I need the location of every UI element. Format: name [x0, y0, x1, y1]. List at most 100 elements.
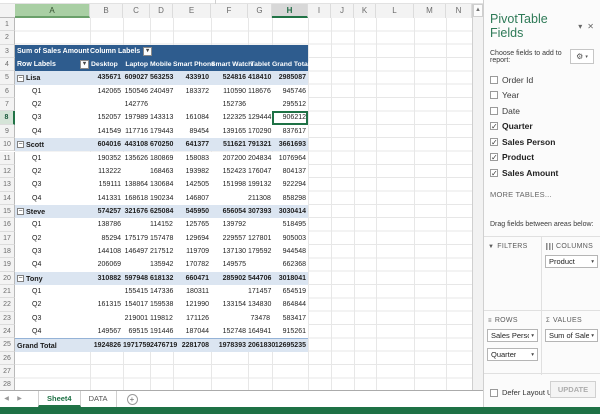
pivot-value-cell[interactable]: 143313: [150, 111, 173, 124]
field-checkbox[interactable]: [490, 107, 498, 115]
pivot-value-cell[interactable]: 152423: [211, 165, 248, 178]
pivot-value-cell[interactable]: 119709: [173, 245, 211, 258]
row-header-15[interactable]: 15: [0, 205, 15, 218]
pivot-value-cell[interactable]: 171126: [173, 312, 211, 325]
column-header-C[interactable]: C: [123, 4, 150, 18]
pivot-value-cell[interactable]: [90, 98, 123, 111]
pivot-value-cell[interactable]: 179592: [248, 245, 272, 258]
pivot-row-label[interactable]: −Scott: [15, 138, 90, 151]
pivot-value-cell[interactable]: 117716: [123, 125, 150, 138]
pivot-value-cell[interactable]: 130684: [150, 178, 173, 191]
row-header-16[interactable]: 16: [0, 218, 15, 231]
column-header-E[interactable]: E: [173, 4, 211, 18]
field-item-sales-person[interactable]: ✓Sales Person: [490, 134, 594, 150]
pivot-value-cell[interactable]: 122325: [211, 111, 248, 124]
pivot-value-cell[interactable]: 159538: [150, 298, 173, 311]
pivot-value-cell[interactable]: 518495: [272, 218, 308, 231]
pivot-value-cell[interactable]: 187044: [173, 325, 211, 338]
pivot-value-cell[interactable]: 656054: [211, 205, 248, 218]
values-area[interactable]: Σ VALUES Sum of Sales ...▾: [541, 310, 600, 375]
pivot-value-cell[interactable]: [211, 192, 248, 205]
pivot-value-cell[interactable]: 139165: [211, 125, 248, 138]
pivot-value-cell[interactable]: 944548: [272, 245, 308, 258]
pivot-value-cell[interactable]: 945746: [272, 85, 308, 98]
pivot-value-cell[interactable]: 511621: [211, 138, 248, 151]
pivot-value-cell[interactable]: 133154: [211, 298, 248, 311]
pivot-value-cell[interactable]: [123, 218, 150, 231]
pivot-value-cell[interactable]: 618132: [150, 272, 173, 285]
row-header-13[interactable]: 13: [0, 178, 15, 191]
pivot-value-cell[interactable]: 144108: [90, 245, 123, 258]
pivot-value-cell[interactable]: 443108: [123, 138, 150, 151]
pivot-value-cell[interactable]: 135942: [150, 258, 173, 271]
field-item-product[interactable]: ✓Product: [490, 150, 594, 166]
pivot-value-cell[interactable]: 159111: [90, 178, 123, 191]
pivot-value-cell[interactable]: 191446: [150, 325, 173, 338]
pivot-value-cell[interactable]: 85294: [90, 232, 123, 245]
column-header-F[interactable]: F: [211, 4, 248, 18]
pivot-value-cell[interactable]: 170782: [173, 258, 211, 271]
row-header-3[interactable]: 3: [0, 45, 15, 58]
pivot-value-cell[interactable]: 150546: [123, 85, 150, 98]
pivot-value-cell[interactable]: 135626: [123, 152, 150, 165]
pivot-value-cell[interactable]: 170290: [248, 125, 272, 138]
pivot-value-cell[interactable]: 905003: [272, 232, 308, 245]
pivot-value-cell[interactable]: 670250: [150, 138, 173, 151]
pivot-value-cell[interactable]: 204834: [248, 152, 272, 165]
field-item-sales-amount[interactable]: ✓Sales Amount: [490, 165, 594, 181]
rows-field-chip[interactable]: Quarter▾: [487, 348, 538, 361]
column-header-K[interactable]: K: [354, 4, 376, 18]
next-sheet-icon[interactable]: ▶: [13, 391, 26, 407]
pivot-value-cell[interactable]: 129694: [173, 232, 211, 245]
column-header-H[interactable]: H: [272, 4, 308, 18]
pivot-value-cell[interactable]: 155415: [123, 285, 150, 298]
pivot-row-label[interactable]: Q4: [15, 325, 90, 338]
pivot-value-cell[interactable]: [90, 312, 123, 325]
field-item-quarter[interactable]: ✓Quarter: [490, 119, 594, 135]
pivot-value-cell[interactable]: 180311: [173, 285, 211, 298]
collapse-minus-icon[interactable]: −: [17, 141, 24, 148]
row-header-8[interactable]: 8: [0, 111, 15, 124]
pivot-value-cell[interactable]: 3030414: [272, 205, 308, 218]
pivot-value-cell[interactable]: 12695235: [272, 339, 308, 351]
pivot-value-cell[interactable]: [248, 258, 272, 271]
pivot-value-cell[interactable]: [123, 258, 150, 271]
row-header-21[interactable]: 21: [0, 285, 15, 298]
pivot-row-label[interactable]: Q2: [15, 232, 90, 245]
pivot-value-cell[interactable]: 161084: [173, 111, 211, 124]
row-header-19[interactable]: 19: [0, 258, 15, 271]
pivot-value-cell[interactable]: 435671: [90, 71, 123, 84]
pivot-value-cell[interactable]: 141549: [90, 125, 123, 138]
pivot-value-cell[interactable]: 240497: [150, 85, 173, 98]
field-checkbox[interactable]: ✓: [490, 169, 498, 177]
prev-sheet-icon[interactable]: ◀: [0, 391, 13, 407]
row-header-11[interactable]: 11: [0, 152, 15, 165]
pivot-value-cell[interactable]: 295512: [272, 98, 308, 111]
pivot-value-cell[interactable]: 157478: [150, 232, 173, 245]
row-header-20[interactable]: 20: [0, 272, 15, 285]
pivot-value-cell[interactable]: 207200: [211, 152, 248, 165]
pivot-value-cell[interactable]: 206069: [90, 258, 123, 271]
pivot-value-cell[interactable]: 146807: [173, 192, 211, 205]
pivot-value-cell[interactable]: 69515: [123, 325, 150, 338]
column-header-B[interactable]: B: [90, 4, 123, 18]
pivot-value-cell[interactable]: 864844: [272, 298, 308, 311]
column-header-L[interactable]: L: [376, 4, 414, 18]
row-header-25[interactable]: 25: [0, 338, 15, 351]
pivot-row-label[interactable]: Q4: [15, 125, 90, 138]
pivot-value-cell[interactable]: 285902: [211, 272, 248, 285]
pivot-value-cell[interactable]: 229557: [211, 232, 248, 245]
pivot-value-cell[interactable]: 609027: [123, 71, 150, 84]
column-header-J[interactable]: J: [331, 4, 354, 18]
column-header-N[interactable]: N: [446, 4, 472, 18]
row-header-22[interactable]: 22: [0, 298, 15, 311]
pivot-value-cell[interactable]: [248, 98, 272, 111]
columns-field-chip[interactable]: Product▾: [545, 255, 598, 268]
pivot-value-cell[interactable]: 176047: [248, 165, 272, 178]
row-header-23[interactable]: 23: [0, 312, 15, 325]
pivot-value-cell[interactable]: 152748: [211, 325, 248, 338]
tools-gear-button[interactable]: ⚙ ▾: [570, 49, 594, 64]
pivot-row-label[interactable]: Q3: [15, 178, 90, 191]
pivot-row-label[interactable]: Q1: [15, 218, 90, 231]
pivot-value-cell[interactable]: 190352: [90, 152, 123, 165]
